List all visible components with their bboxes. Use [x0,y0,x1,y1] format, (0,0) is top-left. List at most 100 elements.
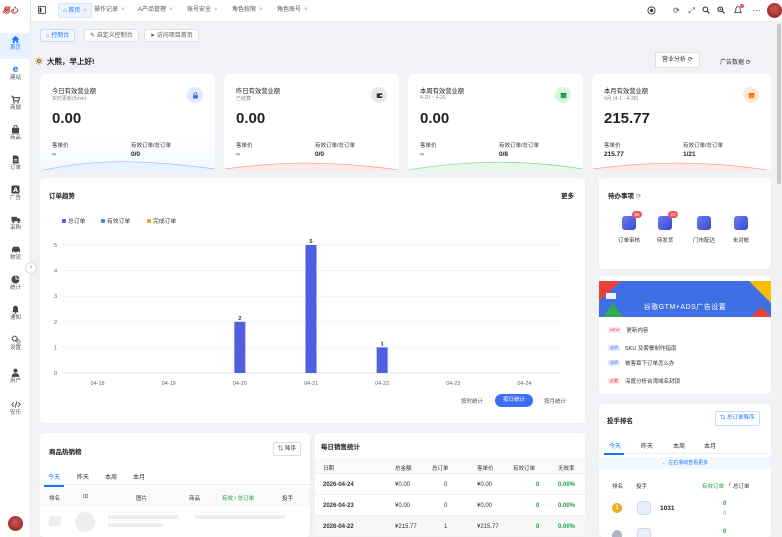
home-icon: ⌂ [63,8,67,14]
todo-to-ship[interactable]: 22 待发货 [650,211,680,244]
sidebar-item-purchase[interactable]: 采购 [0,213,31,239]
sidebar-item-settings[interactable]: 设置 [0,333,31,359]
store-icon [697,216,711,230]
close-icon[interactable]: × [259,7,263,13]
todo-label: 订单审核 [617,238,640,244]
sidebar-item-code[interactable]: 安乐 [0,398,31,424]
mode-daily[interactable]: 按日统计 [495,394,534,407]
col-header: 有效订单 [513,466,536,472]
sidebar-item-label: 订单 [9,165,21,171]
pitcher-tab-week[interactable]: 本周 [673,441,685,450]
page-scrollbar[interactable] [776,22,782,537]
menu-toggle-icon[interactable] [38,6,46,14]
pitcher-avatar [637,528,651,537]
table-cell: 2026-04-24 [323,482,354,488]
todo-order-review[interactable]: 66 订单审核 [614,211,644,244]
news-item[interactable]: NEW 更新内容 [608,326,648,334]
news-item[interactable]: 必看 深度分析台湾域名封锁 [608,377,680,385]
x-tick-label: 04-24 [517,381,531,387]
news-text: 深度分析台湾域名封锁 [625,379,681,385]
ads-data-button[interactable]: 广告数据 ⟳ [720,57,751,66]
hot-tab-month[interactable]: 本月 [133,472,145,481]
business-analysis-button[interactable]: 营业分析 ⟳ [655,52,700,68]
sidebar-item-label: 用户 [9,378,21,384]
mode-hourly[interactable]: 按时统计 [461,397,483,405]
pitcher-tab-month[interactable]: 本月 [704,441,716,450]
theme-icon[interactable] [647,6,656,15]
y-tick-label: 3 [54,294,57,300]
hot-tab-today[interactable]: 今天 [48,472,60,481]
subtab-console[interactable]: ⌂ 控制台 [40,29,76,42]
user-avatar[interactable] [767,3,782,18]
order-icon [0,153,31,165]
sidebar-item-notify[interactable]: 通知 [0,303,31,329]
close-icon[interactable]: × [121,7,125,13]
brand-logo[interactable]: 易心 [2,5,29,17]
pitcher-name[interactable]: 1031 [660,505,674,512]
tab-divider [40,484,310,485]
hot-tab-yesterday[interactable]: 昨天 [77,472,89,481]
pitcher-sort-button[interactable]: ⇅ 总订单降序 [715,411,760,426]
data-label: 5 [309,239,312,245]
table-cell: 0 [444,482,448,488]
scrollbar-thumb[interactable] [777,24,781,184]
sidebar-item-stats[interactable]: 统计 [0,273,31,299]
refresh-icon[interactable]: ⟳ [636,193,641,200]
close-icon[interactable]: × [169,7,173,13]
sidebar-item-home[interactable]: 首页 [0,33,31,59]
order-trend-chart: 0 1 2 3 4 5 04-18 04-19 04-20 2 04-21 5 04-22 1 04-23 0… [54,239,560,387]
lock-icon [187,87,203,103]
tab-operation-log[interactable]: 操作记录 × [94,3,125,18]
sidebar-item-ads[interactable]: A 广告 [0,183,31,209]
hot-tab-week[interactable]: 本周 [105,472,117,481]
sidebar-item-site[interactable]: e 建站 [0,63,31,89]
mode-monthly[interactable]: 按月统计 [544,397,566,405]
todo-label: 待发货 [656,238,674,244]
close-icon[interactable]: × [83,8,87,14]
more-icon[interactable]: ⋯ [752,6,761,15]
todo-store-delivery[interactable]: 门市配达 [689,216,719,244]
pitcher-tab-yesterday[interactable]: 昨天 [641,441,653,450]
tab-home[interactable]: ⌂ 首页 × [58,3,92,18]
y-tick-label: 0 [54,371,57,377]
todo-unreconciled[interactable]: 未对帐 [726,216,756,244]
hot-sort-button[interactable]: ⇅ 降序 [273,442,302,456]
zoom-icon[interactable] [717,6,726,15]
legend-complete[interactable]: 完成订单 [147,216,176,225]
tab-role-account[interactable]: 角色账号 × [277,3,308,18]
sidebar-item-users[interactable]: 用户 [0,366,31,392]
search-icon[interactable] [702,6,711,15]
sidebar-item-goods[interactable]: 商品 [0,123,31,149]
legend-total[interactable]: 总订单 [62,216,85,225]
bell-icon [0,303,31,315]
table-cell: ¥215.77 [395,524,417,530]
tab-product-manage[interactable]: A产品管理 × [138,3,173,18]
tab-account-security[interactable]: 账号安全 × [187,3,218,18]
sidebar-collapse-button[interactable]: › [25,262,37,274]
more-link[interactable]: 更多 [561,190,574,200]
banner-text: 谷歌GTM+ADS广告设置 [643,304,727,311]
fullscreen-icon[interactable]: ⤢ [687,6,696,15]
pitcher-tab-today[interactable]: 今天 [609,441,621,450]
sidebar-item-orders[interactable]: 订单 [0,153,31,179]
col-header: 有效订单 [702,484,725,490]
bar [234,321,246,373]
news-item[interactable]: 说明 被客章下订单怎么办 [608,359,675,367]
close-icon[interactable]: × [304,7,308,13]
bar [305,245,317,373]
stat-label: 客单价 [236,143,253,149]
avatar[interactable] [8,516,23,531]
close-icon[interactable]: × [214,7,218,13]
gtm-ads-banner[interactable]: 谷歌GTM+ADS广告设置 [599,281,771,317]
scroll-hint: ← 左右滑动查看更多 [599,457,771,469]
subtab-custom-console[interactable]: ✎ 自定义控制台 [84,29,139,42]
tab-role-permission[interactable]: 角色权限 × [232,3,263,18]
legend-swatch [62,219,66,223]
sidebar-item-mall[interactable]: 商城 [0,93,31,119]
legend-valid[interactable]: 有效订单 [101,216,130,225]
bell-icon[interactable] [734,4,744,15]
stat-label: 有效订单/总订单 [683,143,724,149]
refresh-icon[interactable]: ⟳ [672,6,681,15]
news-item[interactable]: 说明 SKU 及套餐制作指南 [608,344,676,352]
subtab-visit-home[interactable]: ➤ 访问项目首页 [144,29,199,42]
